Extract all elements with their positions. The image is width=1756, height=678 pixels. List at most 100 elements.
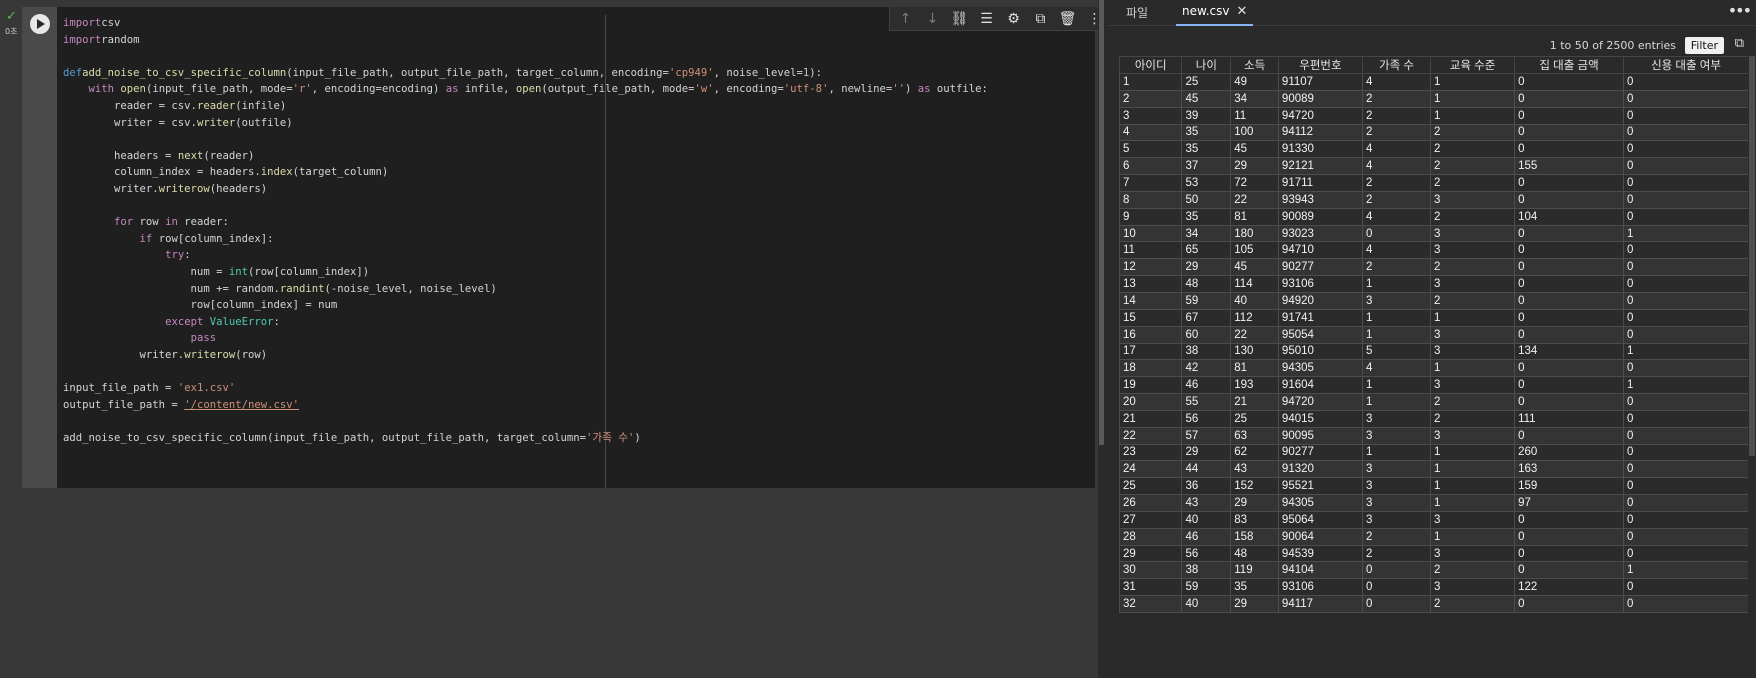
column-header[interactable]: 신용 대출 여부 [1623, 56, 1749, 74]
table-cell: 0 [1623, 409, 1749, 428]
table-cell: 2 [1430, 140, 1516, 159]
table-cell: 1 [1361, 376, 1432, 395]
delete-trash-icon[interactable]: 🗑 [1057, 9, 1079, 29]
notebook-scroll-thumb[interactable] [1099, 0, 1104, 445]
table-cell: 37 [1181, 157, 1232, 176]
table-cell: 56 [1181, 409, 1232, 428]
table-cell: 3 [1361, 494, 1432, 512]
tab-files[interactable]: 파일 [1126, 4, 1148, 21]
table-cell: 2 [1430, 393, 1516, 411]
settings-gear-icon[interactable]: ⚙ [1003, 9, 1025, 29]
code-cell[interactable]: importcsv importrandom defadd_noise_to_csv… [22, 7, 1111, 488]
table-cell: 91320 [1277, 460, 1363, 479]
copy-icon[interactable]: ⧉ [1735, 36, 1744, 51]
table-cell: 0 [1623, 393, 1749, 411]
table-scrollbar[interactable] [1748, 56, 1756, 678]
table-cell: 0 [1514, 359, 1625, 378]
table-cell: 56 [1181, 544, 1232, 563]
table-cell: 3 [1430, 241, 1516, 260]
code-token: ValueError [209, 315, 274, 328]
notebook-scrollbar[interactable] [1098, 0, 1105, 678]
code-token: (row) [235, 348, 268, 361]
table-cell: 94710 [1277, 241, 1363, 260]
run-cell-button[interactable] [30, 14, 50, 34]
tab-new-csv[interactable]: new.csv ✕ [1176, 0, 1254, 26]
table-cell: 0 [1514, 123, 1625, 142]
column-header[interactable]: 교육 수준 [1430, 56, 1516, 74]
table-controls: 1 to 50 of 2500 entries Filter ⧉ [1108, 36, 1748, 56]
table-cell: 21 [1230, 393, 1279, 411]
table-cell: 3 [1430, 510, 1516, 529]
code-token: (input_file_path, output_file_path, targ… [286, 66, 669, 79]
table-row: 11 65 105 94710 4 3 0 0 [1119, 241, 1749, 260]
table-cell: 49 [1230, 73, 1279, 91]
code-token: randint [279, 282, 325, 295]
code-token: 'w' [694, 83, 714, 96]
code-token: infile, [458, 83, 516, 96]
code-token: as [445, 83, 459, 96]
comment-icon[interactable]: ☰ [976, 9, 998, 29]
more-horiz-icon[interactable]: ••• [1728, 1, 1752, 20]
link-icon[interactable]: ⛓ [949, 9, 971, 29]
code-line: output_file_path = '/content/new.csv' [63, 397, 1083, 414]
table-cell: 0 [1623, 426, 1749, 445]
column-header[interactable]: 집 대출 금액 [1514, 56, 1625, 74]
cell-toolbar: ↑ ↓ ⛓ ☰ ⚙ ⧉ 🗑 ⋮ [889, 7, 1111, 31]
table-cell: 0 [1514, 561, 1625, 580]
table-cell: 94539 [1277, 544, 1363, 563]
code-token: '가족 수' [586, 431, 635, 444]
table-row: 8 50 22 93943 2 3 0 0 [1119, 190, 1749, 209]
table-cell: 4 [1119, 123, 1183, 142]
column-header[interactable]: 우편번호 [1277, 56, 1363, 74]
table-cell: 0 [1514, 224, 1625, 243]
mirror-cell-icon[interactable]: ⧉ [1030, 9, 1052, 29]
table-cell: 91330 [1277, 140, 1363, 159]
column-header[interactable]: 소득 [1230, 56, 1279, 74]
close-tab-icon[interactable]: ✕ [1236, 4, 1247, 19]
filter-button[interactable]: Filter [1684, 37, 1724, 54]
column-header[interactable]: 나이 [1181, 56, 1232, 74]
table-cell: 94104 [1277, 561, 1363, 580]
code-line: except ValueError: [63, 314, 1083, 331]
table-cell: 12 [1119, 258, 1183, 277]
table-cell: 20 [1119, 393, 1183, 411]
code-token: output_file_path = [63, 398, 185, 411]
table-cell: 119 [1230, 561, 1279, 580]
table-cell: 29 [1230, 157, 1279, 176]
table-cell: 0 [1514, 325, 1625, 344]
table-cell: 59 [1181, 291, 1232, 310]
table-cell: 72 [1230, 174, 1279, 192]
table-cell: 48 [1181, 275, 1232, 293]
move-up-icon[interactable]: ↑ [895, 9, 917, 29]
table-row: 9 35 81 90089 4 2 104 0 [1119, 207, 1749, 226]
table-cell: 3 [1430, 275, 1516, 293]
table-cell: 81 [1230, 359, 1279, 378]
table-cell: 0 [1361, 595, 1432, 613]
table-cell: 3 [1430, 426, 1516, 445]
code-token: writer. [63, 348, 185, 361]
table-cell: 130 [1230, 342, 1279, 361]
table-cell: 0 [1514, 140, 1625, 159]
table-cell: 1 [1361, 325, 1432, 344]
table-cell: 3 [1430, 376, 1516, 395]
table-row: 25 36 152 95521 3 1 159 0 [1119, 477, 1749, 496]
code-editor[interactable]: importcsv importrandom defadd_noise_to_csv… [63, 15, 1083, 485]
table-cell: 95010 [1277, 342, 1363, 361]
table-cell: 3 [1361, 426, 1432, 445]
table-cell: 90277 [1277, 443, 1363, 462]
column-header[interactable]: 가족 수 [1361, 56, 1432, 74]
table-cell: 18 [1119, 359, 1183, 378]
code-token: '' [892, 83, 905, 96]
move-down-icon[interactable]: ↓ [922, 9, 944, 29]
code-token: '/content/new.csv' [184, 398, 299, 411]
table-cell: 94015 [1277, 409, 1363, 428]
code-token: column_index = headers. [63, 166, 261, 179]
table-cell: 0 [1623, 359, 1749, 378]
table-cell: 180 [1230, 224, 1279, 243]
table-cell: 50 [1181, 190, 1232, 209]
table-cell: 3 [1430, 544, 1516, 563]
table-scroll-thumb[interactable] [1749, 56, 1755, 456]
code-token: def [63, 66, 83, 79]
column-header[interactable]: 아이디 [1119, 56, 1183, 74]
